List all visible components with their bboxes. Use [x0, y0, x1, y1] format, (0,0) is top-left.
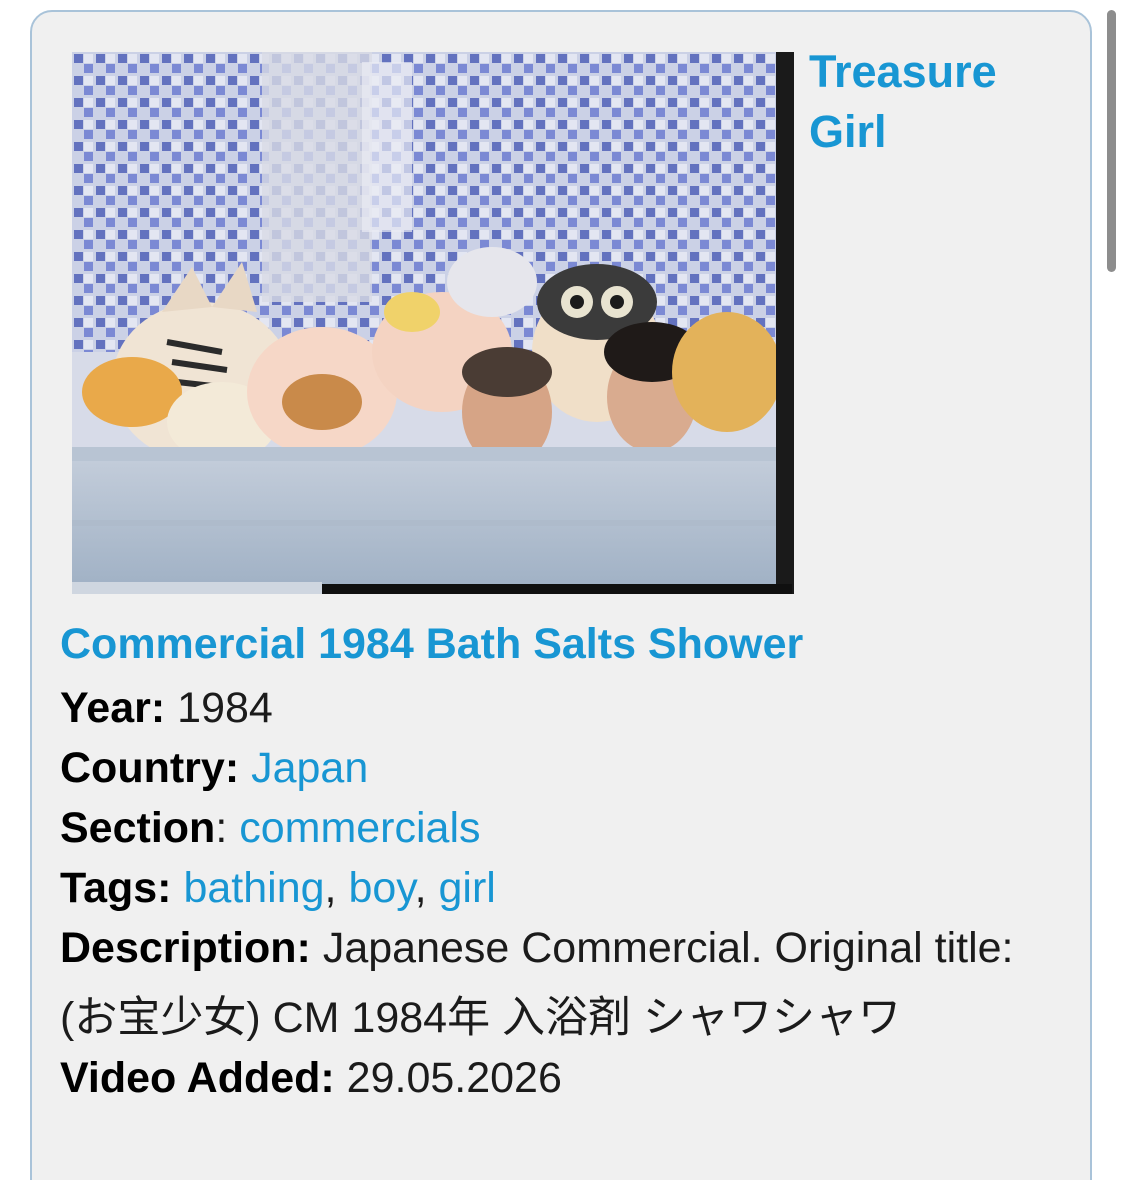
section-link[interactable]: commercials — [239, 804, 480, 852]
page-scrollbar[interactable] — [1107, 10, 1116, 272]
country-row: Country: Japan — [60, 738, 1070, 798]
description-label: Description: — [60, 924, 311, 972]
video-added-label: Video Added: — [60, 1054, 335, 1102]
year-row: Year: 1984 — [60, 678, 1070, 738]
section-colon: : — [215, 804, 240, 852]
tag-link-bathing[interactable]: bathing — [183, 864, 324, 912]
video-added-value: 29.05.2026 — [334, 1054, 562, 1102]
tag-separator: , — [414, 864, 439, 912]
related-video-title-link[interactable]: Treasure Girl — [809, 42, 1069, 162]
tag-separator: , — [324, 864, 349, 912]
video-thumbnail-link[interactable] — [72, 52, 794, 594]
country-link[interactable]: Japan — [251, 744, 368, 792]
video-metadata: Year: 1984 Country: Japan Section: comme… — [60, 678, 1070, 1108]
section-label: Section — [60, 804, 216, 852]
section-row: Section: commercials — [60, 798, 1070, 858]
tag-link-boy[interactable]: boy — [348, 864, 414, 912]
video-title-link[interactable]: Commercial 1984 Bath Salts Shower — [60, 616, 803, 672]
video-card: Treasure Girl Commercial 1984 Bath Salts… — [30, 10, 1092, 1180]
year-label: Year: — [60, 684, 166, 732]
video-thumbnail-icon — [72, 52, 794, 594]
country-label: Country: — [60, 744, 240, 792]
tags-label: Tags: — [60, 864, 172, 912]
description-row: Description: Japanese Commercial. Origin… — [60, 913, 1070, 1053]
tags-row: Tags: bathing, boy, girl — [60, 858, 1070, 918]
video-added-row: Video Added: 29.05.2026 — [60, 1048, 1070, 1108]
tag-link-girl[interactable]: girl — [438, 864, 495, 912]
year-value: 1984 — [165, 684, 273, 732]
